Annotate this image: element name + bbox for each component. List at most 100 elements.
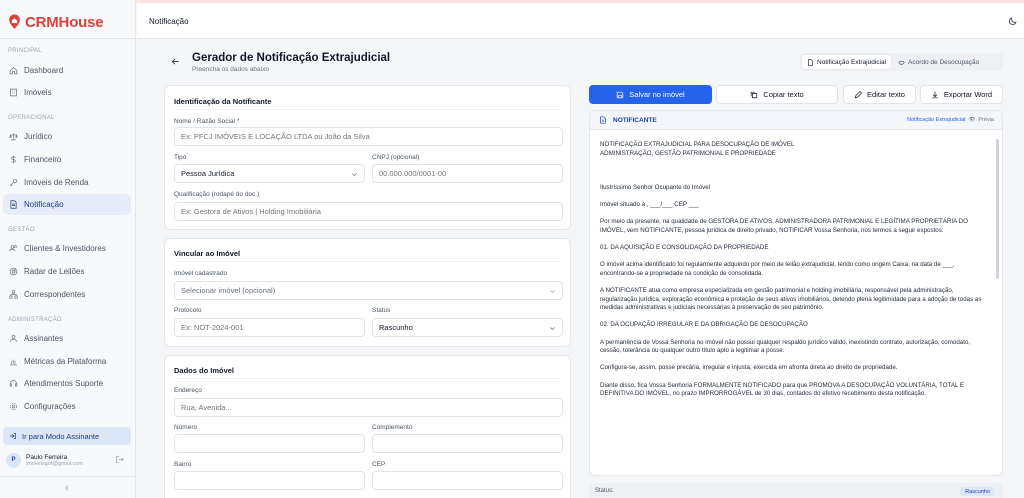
arrow-left-icon[interactable] <box>171 57 180 66</box>
sidebar-item-label: Assinantes <box>24 334 64 343</box>
sidebar-item-label: Imóveis de Renda <box>24 178 89 187</box>
sidebar-item-label: Jurídico <box>24 132 53 141</box>
sidebar-divider <box>0 38 136 39</box>
sidebar-item-label: Notificação <box>24 200 64 209</box>
sidebar-item-dashboard[interactable]: Dashboard <box>3 60 131 81</box>
save-to-property-button[interactable]: Salvar no imóvel <box>589 85 712 104</box>
sidebar-item-label: Clientes & Investidores <box>24 244 106 253</box>
endereco-input[interactable] <box>174 398 563 417</box>
numero-input[interactable] <box>174 434 365 453</box>
sidebar-item-juridico[interactable]: Jurídico <box>3 126 131 147</box>
moon-icon[interactable] <box>1008 16 1018 26</box>
user-profile[interactable]: P Paulo Ferreira imoveisgof@gmail.com <box>6 450 130 470</box>
switch-subscriber-mode-label: Ir para Modo Assinante <box>22 431 100 441</box>
complemento-input[interactable] <box>372 434 563 453</box>
page-title: Gerador de Notificação Extrajudicial <box>192 52 391 64</box>
key-icon <box>9 178 18 187</box>
doc-paragraph: A NOTIFICANTE atua como empresa especial… <box>600 287 982 312</box>
sidebar-item-configuracoes[interactable]: Configurações <box>3 396 131 417</box>
sidebar-item-metricas[interactable]: Métricas da Plataforma <box>3 351 131 372</box>
headset-icon <box>9 380 18 387</box>
sidebar-item-financeiro[interactable]: Financeiro <box>3 149 131 170</box>
tab-acordo-desocupacao[interactable]: Acordo de Desocupação <box>893 55 984 69</box>
sidebar-item-label: Financeiro <box>24 155 62 164</box>
document-icon <box>10 200 17 209</box>
imovel-select[interactable]: Selecionar imóvel (opcional) <box>174 281 563 300</box>
preview-body: NOTIFICAÇÃO EXTRAJUDICIAL PARA DESOCUPAÇ… <box>600 141 992 407</box>
cnpj-input[interactable] <box>372 164 563 183</box>
preview-label: Prévia <box>978 117 994 123</box>
tab-notificacao-extrajudicial[interactable]: Notificação Extrajudicial <box>802 55 892 69</box>
edit-label: Editar texto <box>867 90 905 99</box>
page-subtitle: Preencha os dados abaixo <box>192 66 269 73</box>
card-vincular-imovel: Vincular ao Imóvel Imóvel cadastrado Sel… <box>164 238 571 347</box>
sidebar-item-label: Atendimentos Suporte <box>24 379 104 388</box>
doc-paragraph: A permanência de Vossa Senhoria no imóve… <box>600 338 971 355</box>
doc-line: ADMINISTRAÇÃO, GESTÃO PATRIMONIAL E PROP… <box>600 149 776 157</box>
sidebar-item-label: Métricas da Plataforma <box>24 357 107 366</box>
preview-header: NOTIFICANTE Notificação Extrajudicial 👁 … <box>590 111 1002 130</box>
building-icon <box>10 88 17 97</box>
qualificacao-label: Qualificação (rodapé do doc.) <box>174 191 260 198</box>
document-icon <box>808 58 813 66</box>
sidebar-item-radar-leiloes[interactable]: Radar de Leilões <box>3 261 131 282</box>
section-operacional: OPERACIONAL <box>8 115 55 121</box>
switch-subscriber-mode-button[interactable]: Ir para Modo Assinante <box>3 427 131 445</box>
bairro-label: Bairro <box>174 461 192 468</box>
card-title: Dados do Imóvel <box>174 366 235 375</box>
location-pin-icon <box>9 14 20 29</box>
tab-label: Notificação Extrajudicial <box>817 58 887 66</box>
header-title: Notificação <box>149 17 189 26</box>
preview-scrollbar[interactable] <box>996 139 999 279</box>
protocolo-input[interactable] <box>174 318 365 337</box>
copy-text-button[interactable]: Copiar texto <box>716 85 838 104</box>
doc-paragraph: Configura-se, assim, posse precária, irr… <box>600 364 898 372</box>
sidebar-item-correspondentes[interactable]: Correspondentes <box>3 284 131 305</box>
doc-heading: 02. DA OCUPAÇÃO IRREGULAR E DA OBRIGAÇÃO… <box>600 321 808 329</box>
qualificacao-input[interactable] <box>174 202 563 221</box>
sidebar-item-assinantes[interactable]: Assinantes <box>3 328 131 349</box>
sidebar-item-notificacao[interactable]: Notificação <box>3 194 131 215</box>
doc-heading: 01. DA AQUISIÇÃO E CONSOLIDAÇÃO DA PROPR… <box>600 244 769 252</box>
top-header: Notificação <box>137 3 1024 39</box>
user-email: imoveisgof@gmail.com <box>26 460 83 467</box>
user-name: Paulo Ferreira <box>26 453 68 461</box>
tipo-select[interactable]: Pessoa Jurídica <box>174 164 365 183</box>
sidebar-item-atendimentos[interactable]: Atendimentos Suporte <box>3 373 131 394</box>
export-word-button[interactable]: Exportar Word <box>920 85 1003 104</box>
copy-label: Copiar texto <box>763 90 804 99</box>
sidebar-item-imoveis-renda[interactable]: Imóveis de Renda <box>3 172 131 193</box>
sidebar-item-label: Imóveis <box>24 88 52 97</box>
section-gestao: GESTÃO <box>8 227 35 233</box>
status-select[interactable]: Rascunho <box>372 318 563 337</box>
app-name: CRMHouse <box>25 13 104 31</box>
protocolo-label: Protocolo <box>174 307 202 314</box>
status-bar-label: Status: <box>595 488 614 494</box>
handshake-icon <box>898 60 905 65</box>
cep-input[interactable] <box>372 471 563 490</box>
card-divider <box>174 378 561 379</box>
doc-line <box>600 167 992 176</box>
sidebar-item-imoveis[interactable]: Imóveis <box>3 82 131 103</box>
edit-text-button[interactable]: Editar texto <box>843 85 916 104</box>
doc-paragraph: Por meio da presente, na qualidade de GE… <box>600 218 968 234</box>
complemento-label: Complemento <box>372 424 413 431</box>
doc-line: Ilustríssimo Senhor Ocupante do Imóvel <box>600 183 711 191</box>
document-preview[interactable]: NOTIFICANTE Notificação Extrajudicial 👁 … <box>589 110 1003 476</box>
status-label: Status <box>372 307 391 314</box>
chevron-left-icon[interactable] <box>63 484 71 492</box>
nome-label: Nome / Razão Social * <box>174 118 240 125</box>
app-logo[interactable]: CRMHouse <box>8 12 104 32</box>
sidebar-item-label: Correspondentes <box>24 290 86 299</box>
pencil-icon <box>854 90 863 98</box>
logout-icon[interactable] <box>115 455 124 464</box>
doc-paragraph: Diante disso, fica Vossa Senhoria FORMAL… <box>600 381 965 398</box>
user-info: Paulo Ferreira imoveisgof@gmail.com <box>26 454 83 467</box>
nome-input[interactable] <box>174 127 563 146</box>
sidebar-item-label: Radar de Leilões <box>24 267 85 276</box>
doc-line: NOTIFICAÇÃO EXTRAJUDICIAL PARA DESOCUPAÇ… <box>600 141 795 148</box>
card-dados-imovel: Dados do Imóvel Endereço Número Compleme… <box>164 355 571 498</box>
endereco-label: Endereço <box>174 387 202 394</box>
bairro-input[interactable] <box>174 471 365 490</box>
sidebar-item-clientes[interactable]: Clientes & Investidores <box>3 238 131 259</box>
